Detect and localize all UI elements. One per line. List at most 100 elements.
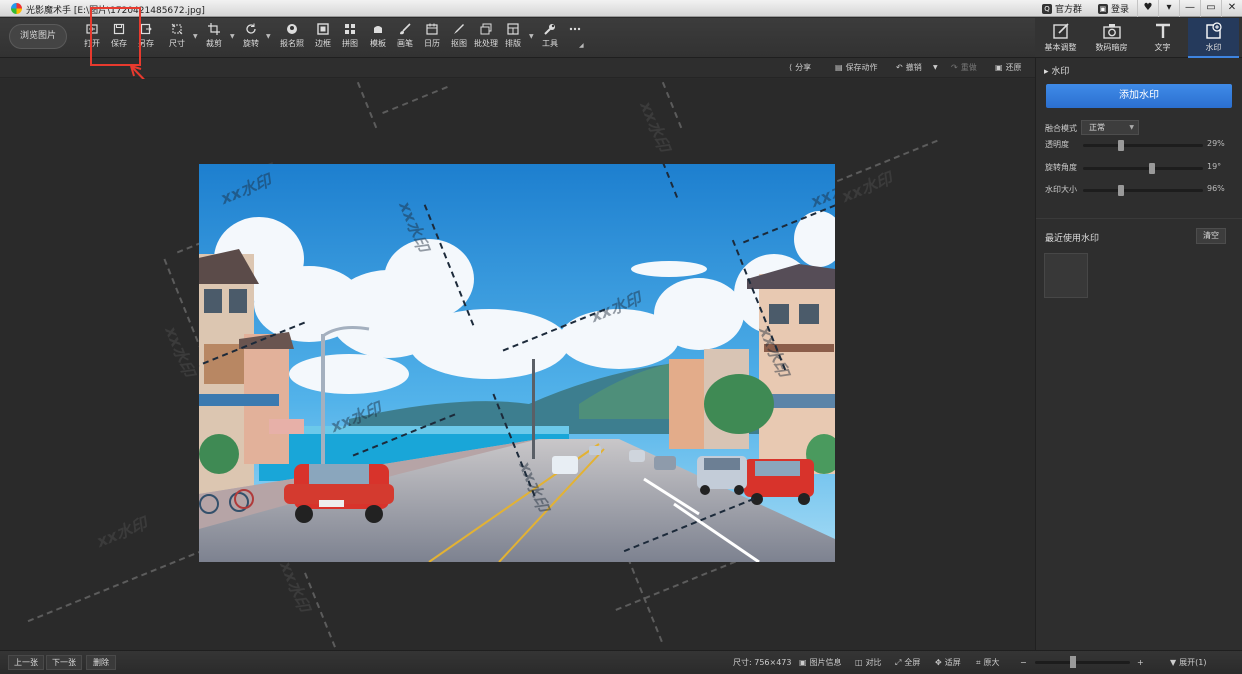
restore-button[interactable]: ▣ 还原 [995, 58, 1022, 78]
resize-label: 尺寸 [169, 39, 185, 48]
size-row: 水印大小 96% [1045, 184, 1235, 196]
rotation-value: 19° [1207, 162, 1222, 171]
restore-label: 还原 [1005, 63, 1022, 72]
image-dimensions: 尺寸: 756×473 [733, 658, 792, 667]
rotation-slider-handle[interactable] [1149, 163, 1156, 174]
tab-basic-adjust[interactable]: 基本调整 [1035, 18, 1086, 58]
size-slider-handle[interactable] [1117, 185, 1124, 196]
rotate-icon [246, 23, 256, 34]
wrench-icon [544, 24, 555, 35]
fit-screen-icon: ✥ [935, 658, 942, 667]
opacity-value: 29% [1207, 139, 1225, 148]
blend-mode-select[interactable]: 正常 ▼ [1081, 120, 1139, 135]
watermark-text: xx水印 [161, 323, 199, 380]
fullscreen-button[interactable]: ⤢ 全屏 [895, 651, 920, 674]
tab-digital-darkroom[interactable]: 数码暗房 [1086, 18, 1137, 58]
zoom-slider[interactable] [1035, 661, 1130, 664]
login-icon: ▣ [1097, 3, 1108, 14]
blend-mode-label: 融合模式 [1045, 124, 1077, 133]
id-photo-button[interactable]: 报名照 [278, 23, 306, 53]
opacity-row: 透明度 29% [1045, 139, 1235, 151]
save-action-button[interactable]: ▤ 保存动作 [835, 58, 878, 78]
rotate-dropdown-icon[interactable]: ▼ [266, 33, 271, 40]
collage-icon [345, 24, 355, 34]
rotation-label: 旋转角度 [1045, 163, 1077, 172]
close-button[interactable]: ✕ [1221, 0, 1242, 17]
next-image-button[interactable]: 下一张 [46, 655, 82, 670]
info-icon: ▣ [799, 658, 807, 667]
resize-button[interactable]: 尺寸 [163, 23, 191, 53]
watermark-dash-line [657, 79, 683, 129]
more-button[interactable] [561, 23, 589, 53]
recent-watermark-thumbnail[interactable] [1044, 253, 1088, 298]
edited-photo[interactable]: xx水印 xx水印 xx水印 xx水印 xx水印 xx水印 xx水印 [199, 164, 835, 562]
undo-button[interactable]: ↶ 撤销 [896, 58, 922, 78]
opacity-slider[interactable] [1083, 140, 1203, 151]
watermark-dash-line [304, 572, 336, 648]
add-watermark-button[interactable]: 添加水印 [1046, 84, 1232, 108]
previous-image-button[interactable]: 上一张 [8, 655, 44, 670]
crop-icon [208, 23, 220, 35]
fullscreen-icon: ⤢ [895, 658, 902, 667]
watermark-panel: ▸ 水印 添加水印 融合模式 正常 ▼ 透明度 29% 旋转角度 19° 水印大… [1035, 58, 1242, 650]
compare-icon: ◫ [855, 658, 863, 667]
clear-recent-button[interactable]: 清空 [1196, 228, 1226, 244]
menu-button[interactable]: ▾ [1158, 0, 1179, 17]
delete-image-button[interactable]: 删除 [86, 655, 116, 670]
cutout-icon [454, 24, 464, 34]
collapse-arrow-icon[interactable]: ▸ [1044, 67, 1049, 77]
image-canvas[interactable]: xx水印 xx水印 xx水印 xx水印 xx水印 xx水印 xx水印 xx水印 … [0, 79, 1035, 650]
image-info-button[interactable]: ▣ 图片信息 [799, 651, 842, 674]
compare-button[interactable]: ◫ 对比 [855, 651, 882, 674]
size-value: 96% [1207, 184, 1225, 193]
restore-icon: ▣ [995, 63, 1003, 72]
official-group-link[interactable]: Q 官方群 [1034, 0, 1090, 17]
opacity-slider-handle[interactable] [1117, 140, 1124, 151]
fullscreen-label: 全屏 [904, 658, 921, 667]
more-expand-icon[interactable]: ◢ [579, 42, 584, 49]
redo-label: 重做 [960, 63, 977, 72]
original-size-button[interactable]: ⌗ 原大 [976, 651, 1000, 674]
rotate-button[interactable]: 旋转 [237, 23, 265, 53]
expand-button[interactable]: ▼ 展开(1) [1170, 651, 1207, 674]
panel-header-label: 水印 [1051, 67, 1070, 77]
watermark-dash-line [352, 79, 378, 129]
login-link[interactable]: ▣ 登录 [1090, 0, 1137, 17]
tab-basic-adjust-label: 基本调整 [1044, 43, 1077, 52]
zoom-out-button[interactable]: − [1020, 651, 1027, 674]
undo-dropdown-icon[interactable]: ▼ [933, 58, 938, 78]
tab-digital-darkroom-label: 数码暗房 [1095, 43, 1128, 52]
rotation-slider[interactable] [1083, 163, 1203, 174]
layout-icon [507, 23, 519, 35]
tools-button[interactable]: 工具 [536, 23, 564, 53]
save-highlight-box [90, 7, 141, 66]
more-icon [569, 27, 581, 31]
status-bar: 上一张 下一张 删除 尺寸: 756×473 ▣ 图片信息 ◫ 对比 ⤢ 全屏 … [0, 650, 1242, 673]
recent-watermarks-label: 最近使用水印 [1045, 234, 1100, 244]
blend-mode-value: 正常 [1089, 123, 1105, 132]
browse-images-button[interactable]: 浏览图片 [9, 24, 67, 49]
qq-icon: Q [1041, 3, 1052, 14]
redo-button[interactable]: ↷ 重做 [951, 58, 977, 78]
opacity-label: 透明度 [1045, 140, 1069, 149]
tab-text[interactable]: 文字 [1137, 18, 1188, 58]
share-label: 分享 [795, 63, 812, 72]
size-slider[interactable] [1083, 185, 1203, 196]
share-button[interactable]: ⟨ 分享 [789, 58, 811, 78]
skin-button[interactable]: ♥ [1137, 0, 1158, 17]
tab-watermark[interactable]: 水印 [1188, 18, 1239, 58]
save-as-icon [140, 23, 152, 35]
layout-button[interactable]: 排版 [499, 23, 527, 53]
title-bar: 光影魔术手 [E:\图片\1720421485672.jpg] Q 官方群 ▣ … [0, 0, 1242, 17]
panel-header: ▸ 水印 [1044, 64, 1069, 77]
maximize-button[interactable]: ▭ [1200, 0, 1221, 17]
share-icon: ⟨ [789, 63, 793, 72]
tab-watermark-label: 水印 [1205, 43, 1222, 52]
crop-button[interactable]: 裁剪 [200, 23, 228, 53]
zoom-in-button[interactable]: + [1137, 651, 1144, 674]
zoom-slider-handle[interactable] [1070, 656, 1076, 668]
text-icon [1155, 23, 1170, 38]
minimize-button[interactable]: — [1179, 0, 1200, 17]
fit-screen-button[interactable]: ✥ 适屏 [935, 651, 961, 674]
undo-icon: ↶ [896, 63, 903, 72]
